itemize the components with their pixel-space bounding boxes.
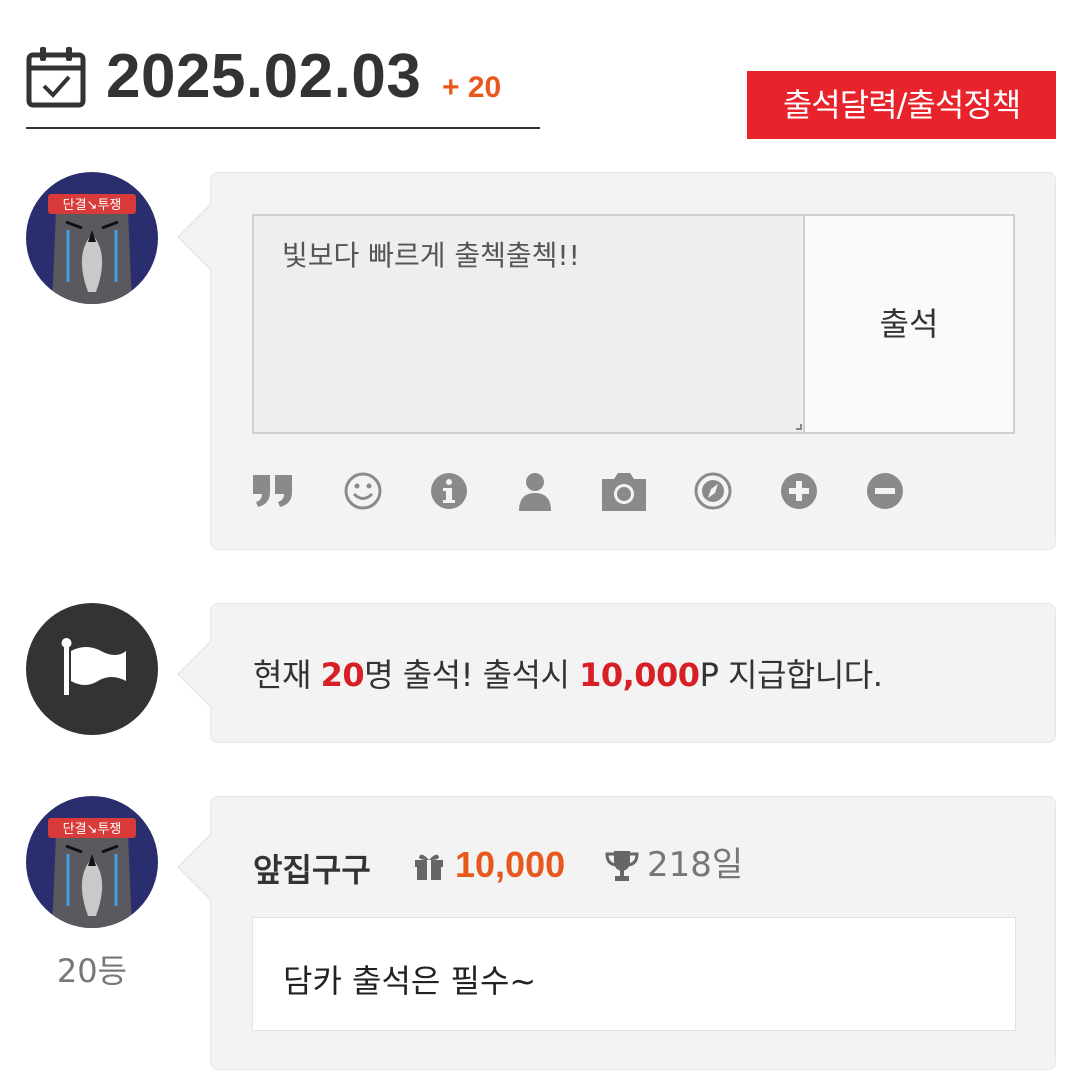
entry-points: 10,000 [455, 844, 566, 885]
date-header: 2025.02.03 + 20 [26, 40, 540, 129]
quote-icon[interactable] [251, 469, 295, 513]
attendance-policy-button[interactable]: 출석달력/출석정책 [747, 71, 1056, 139]
memo-text: 빛보다 빠르게 출첵출첵!! [282, 239, 580, 272]
calendar-check-icon [26, 47, 86, 108]
smile-icon[interactable] [341, 469, 385, 513]
entry-username[interactable]: 앞집구구 [253, 845, 371, 891]
plus-circle-icon[interactable] [777, 469, 821, 513]
user-avatar[interactable]: 단결↘투쟁 [26, 172, 158, 304]
user-icon[interactable] [513, 469, 557, 513]
entry-avatar[interactable]: 단결↘투쟁 [26, 796, 158, 928]
attendance-rank: 20등 [56, 952, 128, 990]
attendance-submit-button[interactable]: 출석 [803, 214, 1015, 434]
trophy-icon [605, 851, 639, 881]
attendance-entry: 앞집구구 10,000 218일 담카 출석은 필수~ [177, 796, 1056, 1070]
svg-text:단결↘투쟁: 단결↘투쟁 [63, 198, 122, 213]
attendance-write-box: 빛보다 빠르게 출첵출첵!! 출석 [177, 172, 1056, 550]
editor-toolbar [251, 469, 951, 513]
info-icon[interactable] [427, 469, 471, 513]
penguin-avatar-image: 단결↘투쟁 [26, 172, 158, 304]
attendance-notice: 현재 20명 출석! 출석시 10,000P 지급합니다. [177, 603, 1056, 743]
minus-circle-icon[interactable] [863, 469, 907, 513]
entry-total-days: 218일 [647, 845, 744, 885]
reward-points: 10,000 [579, 656, 700, 694]
notice-middle: 명 출석! 출석시 [364, 656, 580, 694]
penguin-avatar-image: 단결↘투쟁 [26, 796, 158, 928]
flag-icon [61, 638, 126, 695]
compass-icon[interactable] [691, 469, 735, 513]
resize-handle[interactable] [796, 424, 802, 430]
attendance-count: 20 [320, 656, 365, 694]
attendance-date: 2025.02.03 [106, 42, 422, 111]
entry-message: 담카 출석은 필수~ [252, 917, 1016, 1031]
notice-text: 현재 20명 출석! 출석시 10,000P 지급합니다. [253, 650, 883, 696]
notice-suffix: P 지급합니다. [699, 656, 883, 694]
gift-icon [415, 854, 443, 880]
camera-icon[interactable] [599, 469, 649, 513]
bonus-count: + 20 [442, 71, 502, 104]
flag-badge [26, 603, 158, 735]
svg-text:단결↘투쟁: 단결↘투쟁 [63, 822, 122, 837]
attendance-memo-input[interactable]: 빛보다 빠르게 출첵출첵!! [252, 214, 804, 434]
notice-prefix: 현재 [253, 656, 321, 694]
